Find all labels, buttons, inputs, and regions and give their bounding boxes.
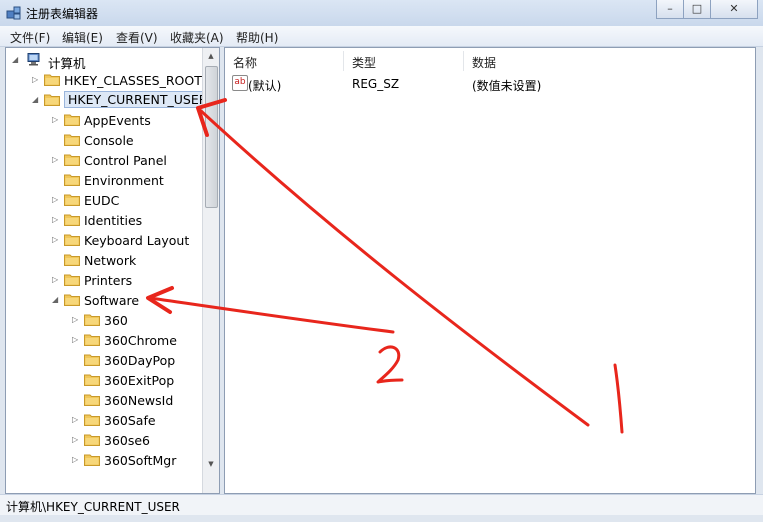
column-separator[interactable] bbox=[463, 51, 464, 71]
tree-item-label: 360 bbox=[104, 313, 128, 328]
folder-icon bbox=[44, 73, 60, 86]
folder-icon bbox=[84, 353, 100, 366]
expander-none bbox=[52, 135, 60, 145]
folder-icon bbox=[64, 273, 80, 286]
expander-expanded-icon[interactable]: ◢ bbox=[12, 55, 20, 65]
column-data-header[interactable]: 数据 bbox=[472, 54, 496, 71]
expander-collapsed-icon[interactable]: ▷ bbox=[52, 115, 60, 125]
tree-item-label: 360Safe bbox=[104, 413, 156, 428]
menu-view[interactable]: 查看(V) bbox=[116, 29, 158, 46]
scroll-thumb[interactable] bbox=[205, 66, 218, 208]
tree-item-label: Network bbox=[84, 253, 137, 268]
expander-collapsed-icon[interactable]: ▷ bbox=[52, 155, 60, 165]
tree-item-label: HKEY_CURRENT_USER bbox=[64, 91, 212, 108]
tree-item-label: Software bbox=[84, 293, 140, 308]
column-separator[interactable] bbox=[343, 51, 344, 71]
scroll-up-arrow-icon[interactable]: ▲ bbox=[203, 48, 219, 64]
tree-item-label: Control Panel bbox=[84, 153, 167, 168]
string-value-icon: ab bbox=[232, 75, 248, 91]
tree-root-label: 计算机 bbox=[48, 56, 86, 71]
tree-item-label: 360NewsId bbox=[104, 393, 174, 408]
regedit-icon bbox=[6, 6, 21, 20]
folder-icon bbox=[84, 333, 100, 346]
expander-collapsed-icon[interactable]: ▷ bbox=[52, 195, 60, 205]
value-name: (默认) bbox=[248, 79, 282, 93]
folder-icon bbox=[64, 173, 80, 186]
folder-icon bbox=[64, 233, 80, 246]
expander-collapsed-icon[interactable]: ▷ bbox=[72, 435, 80, 445]
tree-item-label: Console bbox=[84, 133, 134, 148]
folder-icon bbox=[84, 373, 100, 386]
tree-item-label: 360Chrome bbox=[104, 333, 177, 348]
menu-favorites[interactable]: 收藏夹(A) bbox=[170, 29, 224, 46]
folder-icon bbox=[44, 93, 60, 106]
menu-bar: 文件(F) 编辑(E) 查看(V) 收藏夹(A) 帮助(H) bbox=[0, 26, 763, 47]
column-type-header[interactable]: 类型 bbox=[352, 54, 376, 71]
tree-item-label: Environment bbox=[84, 173, 164, 188]
tree-item-label: AppEvents bbox=[84, 113, 151, 128]
menu-help[interactable]: 帮助(H) bbox=[236, 29, 278, 46]
tree-item-label: Identities bbox=[84, 213, 143, 228]
expander-collapsed-icon[interactable]: ▷ bbox=[52, 235, 60, 245]
expander-none bbox=[72, 395, 80, 405]
expander-collapsed-icon[interactable]: ▷ bbox=[72, 335, 80, 345]
expander-collapsed-icon[interactable]: ▷ bbox=[52, 275, 60, 285]
status-bar: 计算机\HKEY_CURRENT_USER bbox=[0, 494, 763, 515]
expander-expanded-icon[interactable]: ◢ bbox=[32, 95, 40, 105]
maximize-button[interactable]: □ bbox=[683, 0, 711, 19]
expander-collapsed-icon[interactable]: ▷ bbox=[72, 415, 80, 425]
folder-icon bbox=[64, 213, 80, 226]
tree-item-label: 360ExitPop bbox=[104, 373, 175, 388]
folder-icon bbox=[64, 113, 80, 126]
computer-icon bbox=[27, 53, 40, 66]
tree-scrollbar[interactable]: ▲ ▼ bbox=[202, 48, 219, 493]
tree-item-label: Keyboard Layout bbox=[84, 233, 190, 248]
folder-icon bbox=[84, 393, 100, 406]
scroll-down-arrow-icon[interactable]: ▼ bbox=[203, 456, 219, 472]
value-type: REG_SZ bbox=[352, 77, 400, 91]
expander-collapsed-icon[interactable]: ▷ bbox=[52, 215, 60, 225]
tree-item-label: 360se6 bbox=[104, 433, 151, 448]
expander-collapsed-icon[interactable]: ▷ bbox=[72, 315, 80, 325]
close-button[interactable]: ✕ bbox=[710, 0, 758, 19]
expander-collapsed-icon[interactable]: ▷ bbox=[72, 455, 80, 465]
menu-file[interactable]: 文件(F) bbox=[10, 29, 50, 46]
window-title: 注册表编辑器 bbox=[26, 7, 99, 21]
expander-none bbox=[72, 375, 80, 385]
tree-item-label: EUDC bbox=[84, 193, 120, 208]
folder-icon bbox=[64, 153, 80, 166]
folder-icon bbox=[64, 193, 80, 206]
tree-item-label: 360DayPop bbox=[104, 353, 176, 368]
folder-icon bbox=[84, 413, 100, 426]
column-name-header[interactable]: 名称 bbox=[233, 54, 257, 71]
expander-none bbox=[72, 355, 80, 365]
minimize-button[interactable]: – bbox=[656, 0, 684, 19]
status-path: 计算机\HKEY_CURRENT_USER bbox=[6, 500, 180, 514]
folder-icon bbox=[84, 313, 100, 326]
folder-icon bbox=[64, 293, 80, 306]
tree-item-label: 360SoftMgr bbox=[104, 453, 177, 468]
expander-none bbox=[52, 255, 60, 265]
value-data: (数值未设置) bbox=[472, 79, 542, 93]
expander-none bbox=[52, 175, 60, 185]
tree-item-label: HKEY_CLASSES_ROOT bbox=[64, 73, 202, 88]
folder-icon bbox=[84, 453, 100, 466]
value-list[interactable]: 名称 类型 数据 ab (默认) REG_SZ (数值未设置) bbox=[224, 47, 756, 494]
folder-icon bbox=[64, 133, 80, 146]
folder-icon bbox=[64, 253, 80, 266]
registry-tree[interactable]: ◢ 计算机 ▷ HKEY_CLASSES_ROOT ◢ HKEY_CURRENT_US… bbox=[5, 47, 220, 494]
expander-collapsed-icon[interactable]: ▷ bbox=[32, 75, 40, 85]
tree-item-label: Printers bbox=[84, 273, 133, 288]
expander-expanded-icon[interactable]: ◢ bbox=[52, 295, 60, 305]
menu-edit[interactable]: 编辑(E) bbox=[62, 29, 103, 46]
folder-icon bbox=[84, 433, 100, 446]
title-bar: 注册表编辑器 – □ ✕ bbox=[0, 0, 763, 26]
